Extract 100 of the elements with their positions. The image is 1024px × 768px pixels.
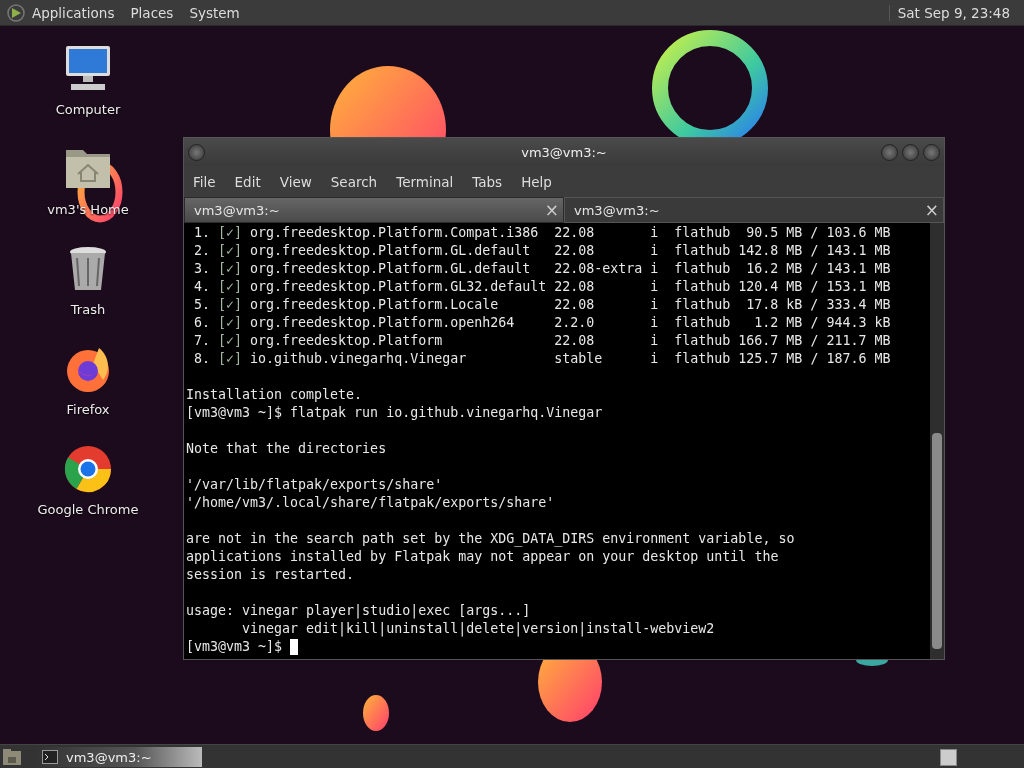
scrollbar[interactable]: [930, 223, 944, 659]
desktop-icon-label[interactable]: Firefox: [66, 402, 110, 417]
output-line: Note that the directories: [186, 440, 387, 458]
row-number: 4.: [193, 278, 210, 296]
panel-menu[interactable]: System: [189, 4, 240, 21]
download-size: 166.7 MB / 211.7 MB: [737, 332, 891, 350]
remote: flathub: [674, 242, 731, 260]
download-size: 125.7 MB / 187.6 MB: [737, 350, 891, 368]
branch: 22.08: [554, 332, 596, 350]
operation: i: [650, 296, 660, 314]
tab-close-button[interactable]: ×: [924, 200, 939, 220]
status-mark: [✓]: [218, 314, 243, 332]
workspace-switcher[interactable]: [940, 748, 957, 766]
operation: i: [650, 350, 660, 368]
row-number: 3.: [193, 260, 210, 278]
chrome-icon[interactable]: [63, 444, 113, 494]
output-line: '/home/vm3/.local/share/flatpak/exports/share': [186, 494, 555, 512]
prompt: [vm3@vm3 ~]$: [186, 638, 283, 656]
operation: i: [650, 224, 660, 242]
operation: i: [650, 278, 660, 296]
row-number: 8.: [193, 350, 210, 368]
clock[interactable]: Sat Sep 9, 23:48: [888, 4, 1024, 21]
output-line: are not in the search path set by the XDG_DATA_DIRS environment variable, so: [186, 530, 795, 548]
row-number: 6.: [193, 314, 210, 332]
package-ref: org.freedesktop.Platform: [250, 332, 444, 350]
package-ref: org.freedesktop.Platform.Compat.i386: [250, 224, 540, 242]
download-size: 142.8 MB / 143.1 MB: [737, 242, 891, 260]
remote: flathub: [674, 350, 731, 368]
tab-close-button[interactable]: ×: [544, 200, 559, 220]
minimize-button[interactable]: [881, 143, 898, 161]
operation: i: [650, 332, 660, 350]
remote: flathub: [674, 224, 731, 242]
operation: i: [650, 314, 660, 332]
status-mark: [✓]: [218, 350, 243, 368]
show-desktop-icon[interactable]: [2, 748, 22, 766]
row-number: 1.: [193, 224, 210, 242]
menu-item[interactable]: Terminal: [396, 173, 454, 190]
window-title: vm3@vm3:~: [521, 144, 607, 160]
operation: i: [650, 260, 660, 278]
desktop-icon-label[interactable]: Computer: [55, 102, 121, 117]
status-mark: [✓]: [218, 242, 243, 260]
output-line: Installation complete.: [186, 386, 363, 404]
download-size: 1.2 MB / 944.3 kB: [753, 314, 891, 332]
output-line: applications installed by Flatpak may not appear on your desktop until the: [186, 548, 779, 566]
output-line: session is restarted.: [186, 566, 355, 584]
window-menu-button[interactable]: [188, 143, 205, 161]
download-size: 120.4 MB / 153.1 MB: [737, 278, 891, 296]
branch: stable: [554, 350, 604, 368]
menu-item[interactable]: View: [279, 173, 312, 190]
branch: 22.08: [554, 278, 596, 296]
panel-menu[interactable]: Applications: [32, 4, 115, 21]
scrollbar-thumb[interactable]: [932, 433, 942, 649]
menu-item[interactable]: Help: [521, 173, 552, 190]
operation: i: [650, 242, 660, 260]
status-mark: [✓]: [218, 332, 243, 350]
package-ref: org.freedesktop.Platform.openh264: [250, 314, 516, 332]
remote: flathub: [674, 314, 731, 332]
desktop-icon-label[interactable]: Google Chrome: [37, 502, 139, 517]
package-ref: org.freedesktop.Platform.GL.default: [250, 242, 532, 260]
output-line: vinegar edit|kill|uninstall|delete|version|install-webview2: [241, 620, 715, 638]
text-cursor: [290, 639, 299, 655]
download-size: 16.2 MB / 143.1 MB: [745, 260, 891, 278]
menu-item[interactable]: Tabs: [472, 173, 503, 190]
tab[interactable]: vm3@vm3:~ ×: [564, 197, 944, 223]
package-ref: io.github.vinegarhq.Vinegar: [250, 350, 468, 368]
menu-item[interactable]: File: [193, 173, 216, 190]
status-mark: [✓]: [218, 296, 243, 314]
download-size: 90.5 MB / 103.6 MB: [745, 224, 891, 242]
close-button[interactable]: [923, 143, 940, 161]
status-mark: [✓]: [218, 278, 243, 296]
logo-icon[interactable]: [6, 2, 26, 23]
remote: flathub: [674, 260, 731, 278]
branch: 22.08: [554, 242, 596, 260]
package-ref: org.freedesktop.Platform.GL.default: [250, 260, 532, 278]
row-number: 5.: [193, 296, 210, 314]
branch: 22.08: [554, 224, 596, 242]
panel-menu[interactable]: Places: [130, 4, 174, 21]
remote: flathub: [674, 278, 731, 296]
tab-label[interactable]: vm3@vm3:~: [574, 202, 660, 218]
terminal-icon: [42, 750, 58, 764]
output-line: '/var/lib/flatpak/exports/share': [186, 476, 443, 494]
menu-item[interactable]: Edit: [234, 173, 261, 190]
row-number: 2.: [193, 242, 210, 260]
package-ref: org.freedesktop.Platform.Locale: [250, 296, 500, 314]
desktop-icon-label[interactable]: Trash: [70, 302, 106, 317]
maximize-button[interactable]: [902, 143, 919, 161]
menu-item[interactable]: Search: [330, 173, 378, 190]
tab-label[interactable]: vm3@vm3:~: [194, 202, 280, 218]
branch: 2.2.0: [554, 314, 596, 332]
remote: flathub: [674, 296, 731, 314]
package-ref: org.freedesktop.Platform.GL32.default: [250, 278, 548, 296]
tab[interactable]: vm3@vm3:~ ×: [184, 197, 564, 223]
row-number: 7.: [193, 332, 210, 350]
remote: flathub: [674, 332, 731, 350]
branch: 22.08: [554, 296, 596, 314]
output-line: [vm3@vm3 ~]$ flatpak run io.github.vinegarhq.Vinegar: [186, 404, 603, 422]
output-line: usage: vinegar player|studio|exec [args...]: [186, 602, 531, 620]
status-mark: [✓]: [218, 224, 243, 242]
status-mark: [✓]: [218, 260, 243, 278]
branch: 22.08-extra: [554, 260, 644, 278]
